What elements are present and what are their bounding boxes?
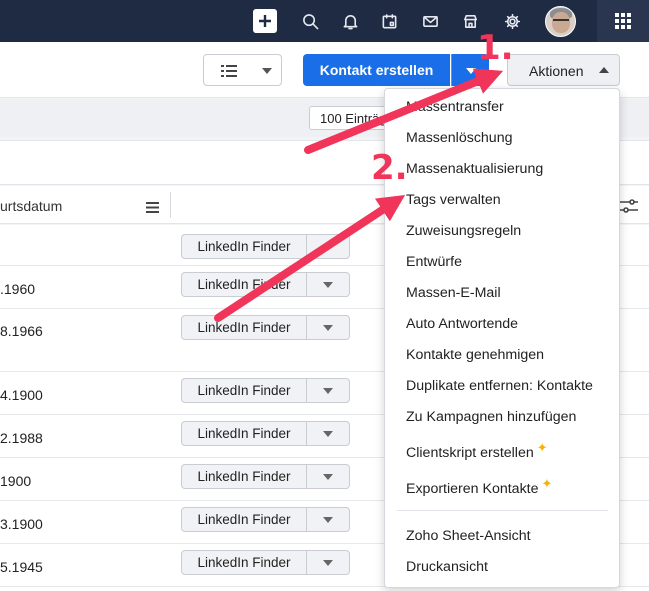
create-contact-button[interactable]: Kontakt erstellen [303,54,450,86]
linkedin-finder-button[interactable]: LinkedIn Finder [181,550,350,575]
linkedin-finder-button[interactable]: LinkedIn Finder [181,507,350,532]
sparkle-icon: ✦ [536,440,548,455]
apps-grid-icon[interactable] [597,0,649,42]
chevron-down-icon[interactable] [323,560,333,566]
linkedin-finder-button[interactable]: LinkedIn Finder [181,378,350,403]
menu-item-mass-email[interactable]: Massen-E-Mail [406,285,501,301]
menu-item-create-client-script[interactable]: Clientskript erstellen ✦ [406,440,548,461]
menu-item-label: Exportieren Kontakte [406,481,539,497]
menu-item-assignment-rules[interactable]: Zuweisungsregeln [406,223,521,239]
actions-dropdown-menu: Massentransfer Massenlöschung Massenaktu… [384,88,620,588]
chevron-up-icon [599,67,609,73]
chevron-down-icon[interactable] [323,325,333,331]
menu-item-mass-transfer[interactable]: Massentransfer [406,99,504,115]
column-menu-icon[interactable] [146,200,159,213]
chevron-down-icon [262,68,272,74]
chevron-down-icon[interactable] [323,388,333,394]
linkedin-finder-label: LinkedIn Finder [182,465,307,488]
linkedin-finder-button[interactable]: LinkedIn Finder [181,421,350,446]
table-settings-icon[interactable] [620,199,638,213]
chevron-down-icon[interactable] [323,517,333,523]
birthdate-cell: .1960 [0,281,36,297]
top-navigation-bar [0,0,649,42]
chevron-down-icon [466,68,476,74]
menu-item-approve-contacts[interactable]: Kontakte genehmigen [406,347,544,363]
linkedin-finder-label: LinkedIn Finder [182,422,307,445]
calendar-icon[interactable] [377,9,401,33]
list-view-icon [221,64,237,81]
chevron-down-icon[interactable] [323,282,333,288]
column-divider[interactable] [170,192,171,218]
linkedin-finder-label: LinkedIn Finder [182,273,307,296]
birthdate-cell: 1900 [0,473,32,489]
linkedin-finder-label: LinkedIn Finder [182,235,307,258]
linkedin-finder-label: LinkedIn Finder [182,316,307,339]
birthdate-cell: 8.1966 [0,323,43,339]
view-switcher-button[interactable] [203,54,282,86]
linkedin-finder-label: LinkedIn Finder [182,379,307,402]
menu-item-zoho-sheet-view[interactable]: Zoho Sheet-Ansicht [406,528,531,544]
actions-button-label: Aktionen [529,63,584,79]
linkedin-finder-button[interactable]: LinkedIn Finder [181,464,350,489]
menu-item-autoresponders[interactable]: Auto Antwortende [406,316,518,332]
chevron-down-icon[interactable] [323,244,333,250]
menu-item-mass-update[interactable]: Massenaktualisierung [406,161,543,177]
menu-item-add-to-campaigns[interactable]: Zu Kampagnen hinzufügen [406,409,576,425]
menu-item-mass-delete[interactable]: Massenlöschung [406,130,512,146]
gear-icon[interactable] [500,9,524,33]
menu-item-manage-tags[interactable]: Tags verwalten [406,192,501,208]
search-icon[interactable] [298,9,322,33]
actions-button[interactable]: Aktionen [507,54,620,86]
create-contact-dropdown-button[interactable] [451,54,489,86]
chevron-down-icon[interactable] [323,431,333,437]
birthdate-cell: 3.1900 [0,516,43,532]
birthdate-cell: 5.1945 [0,559,43,575]
menu-item-label: Clientskript erstellen [406,445,534,461]
chevron-down-icon[interactable] [323,474,333,480]
column-header-birthdate[interactable]: urtsdatum [0,198,62,214]
birthdate-cell: 4.1900 [0,387,43,403]
menu-item-print-view[interactable]: Druckansicht [406,559,488,575]
menu-item-drafts[interactable]: Entwürfe [406,254,462,270]
sparkle-icon: ✦ [541,476,553,491]
linkedin-finder-label: LinkedIn Finder [182,551,307,574]
menu-divider [397,510,608,511]
linkedin-finder-button[interactable]: LinkedIn Finder [181,234,350,259]
menu-item-export-contacts[interactable]: Exportieren Kontakte ✦ [406,476,552,497]
birthdate-cell: 2.1988 [0,430,43,446]
bell-icon[interactable] [338,9,362,33]
plus-icon[interactable] [253,9,277,33]
avatar[interactable] [545,6,576,37]
linkedin-finder-button[interactable]: LinkedIn Finder [181,315,350,340]
menu-item-deduplicate-contacts[interactable]: Duplikate entfernen: Kontakte [406,378,593,394]
mail-icon[interactable] [418,9,442,33]
store-icon[interactable] [458,9,482,33]
linkedin-finder-label: LinkedIn Finder [182,508,307,531]
linkedin-finder-button[interactable]: LinkedIn Finder [181,272,350,297]
records-per-page-select[interactable]: 100 Einträge [309,106,389,130]
